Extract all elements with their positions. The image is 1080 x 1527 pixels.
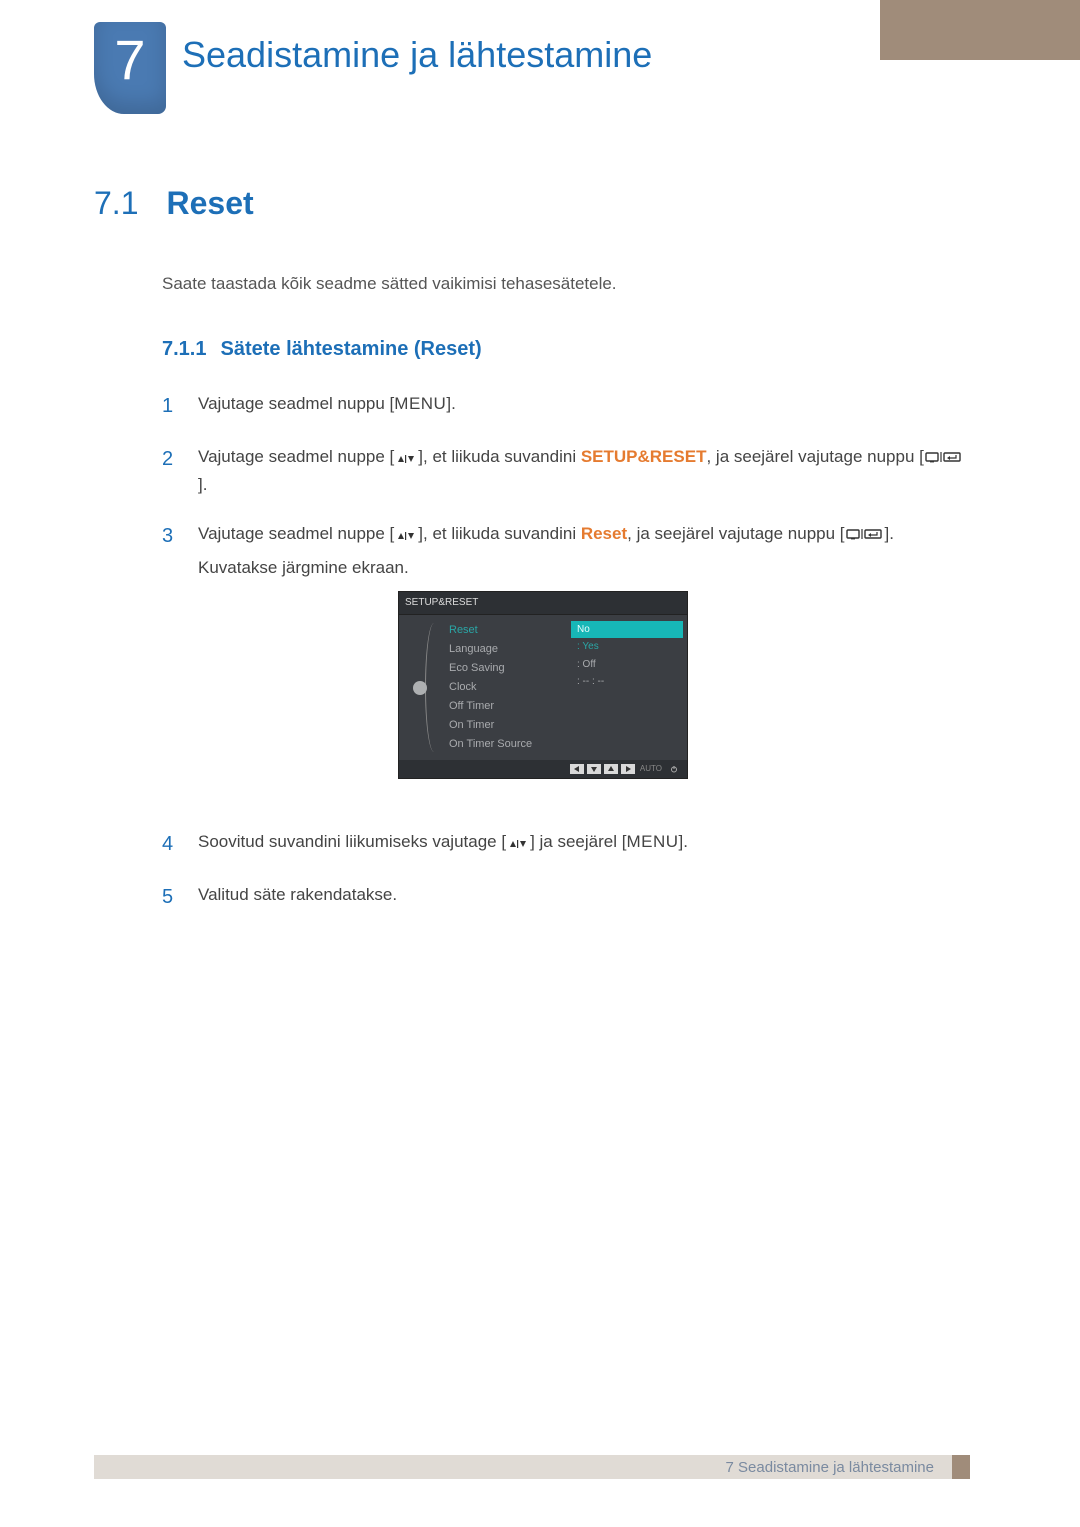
osd-panel: SETUP&RESET Reset Language Eco Saving Cl…: [398, 591, 688, 779]
source-enter-icon: [924, 446, 964, 472]
step-body: Soovitud suvandini liikumiseks vajutage …: [198, 829, 970, 860]
text: ].: [446, 394, 455, 413]
osd-row-ontimersrc: On Timer Source: [445, 735, 567, 754]
step-5: 5 Valitud säte rakendatakse.: [162, 882, 970, 913]
up-down-icon: [506, 831, 530, 857]
osd-screenshot: SETUP&RESET Reset Language Eco Saving Cl…: [398, 591, 970, 779]
osd-footer: AUTO: [399, 760, 687, 778]
osd-row-clock: Clock: [445, 678, 567, 697]
subsection-number: 7.1.1: [162, 338, 206, 361]
osd-row-offtimer: Off Timer: [445, 697, 567, 716]
menu-button-label: MENU: [626, 832, 678, 851]
osd-label: On Timer Source: [449, 736, 532, 753]
source-enter-icon: [845, 523, 885, 549]
up-down-icon: [394, 523, 418, 549]
osd-label: Clock: [449, 679, 477, 696]
up-down-icon: [394, 446, 418, 472]
chapter-title: Seadistamine ja lähtestamine: [182, 34, 652, 76]
osd-value-yes: : Yes: [571, 638, 683, 656]
text: ].: [198, 475, 207, 494]
text: Vajutage seadmel nuppe [: [198, 524, 394, 543]
top-right-band: [880, 0, 1080, 60]
step-number: 1: [162, 391, 180, 422]
osd-auto-label: AUTO: [640, 763, 662, 775]
osd-body: Reset Language Eco Saving Clock Off Time…: [399, 615, 687, 760]
osd-nav-up-icon: [604, 764, 618, 774]
osd-value-off: : Off: [571, 656, 683, 674]
section-heading: 7.1 Reset: [94, 185, 970, 222]
page-footer: 7 Seadistamine ja lähtestamine: [94, 1455, 970, 1479]
osd-label: Reset: [449, 622, 478, 639]
osd-power-icon: [667, 764, 681, 774]
step-body: Valitud säte rakendatakse.: [198, 882, 970, 913]
step-3: 3 Vajutage seadmel nuppe [ ], et liikuda …: [162, 521, 970, 808]
footer-tab: [952, 1455, 970, 1479]
section-title: Reset: [166, 185, 253, 222]
osd-label: Language: [449, 641, 498, 658]
section-intro: Saate taastada kõik seadme sätted vaikim…: [162, 274, 970, 294]
subsection-title: Sätete lähtestamine (Reset): [220, 338, 481, 361]
page-content: 7.1 Reset Saate taastada kõik seadme sät…: [94, 185, 970, 935]
step-body: Vajutage seadmel nuppu [MENU].: [198, 391, 970, 422]
footer-text: 7 Seadistamine ja lähtestamine: [726, 1459, 934, 1476]
step-number: 2: [162, 444, 180, 499]
osd-nav-right-icon: [621, 764, 635, 774]
step-2: 2 Vajutage seadmel nuppe [ ], et liikuda …: [162, 444, 970, 499]
step-body: Vajutage seadmel nuppe [ ], et liikuda su…: [198, 521, 970, 808]
text: Kuvatakse järgmine ekraan.: [198, 558, 409, 577]
osd-row-eco: Eco Saving: [445, 659, 567, 678]
osd-row-reset: Reset: [445, 621, 567, 640]
step-4: 4 Soovitud suvandini liikumiseks vajutag…: [162, 829, 970, 860]
step-body: Vajutage seadmel nuppe [ ], et liikuda su…: [198, 444, 970, 499]
osd-values: No : Yes : Off : -- : --: [567, 615, 687, 760]
keyword-reset: Reset: [581, 524, 627, 543]
text: ].: [885, 524, 894, 543]
text: ] ja seejärel [: [530, 832, 626, 851]
osd-nav-down-icon: [587, 764, 601, 774]
step-number: 5: [162, 882, 180, 913]
osd-title: SETUP&RESET: [399, 592, 687, 615]
step-number: 3: [162, 521, 180, 808]
text: Vajutage seadmel nuppe [: [198, 447, 394, 466]
step-1: 1 Vajutage seadmel nuppu [MENU].: [162, 391, 970, 422]
osd-row-language: Language: [445, 640, 567, 659]
text: , ja seejärel vajutage nuppu [: [706, 447, 923, 466]
osd-nav-left-icon: [570, 764, 584, 774]
text: Soovitud suvandini liikumiseks vajutage …: [198, 832, 506, 851]
menu-button-label: MENU: [394, 394, 446, 413]
subsection-heading: 7.1.1 Sätete lähtestamine (Reset): [162, 338, 970, 361]
text: ], et liikuda suvandini: [418, 447, 581, 466]
osd-left: [399, 615, 441, 760]
osd-row-ontimer: On Timer: [445, 716, 567, 735]
osd-menu: Reset Language Eco Saving Clock Off Time…: [441, 615, 567, 760]
chapter-number-badge: 7: [94, 22, 166, 114]
text: ], et liikuda suvandini: [418, 524, 581, 543]
osd-label: Off Timer: [449, 698, 494, 715]
osd-label: On Timer: [449, 717, 494, 734]
keyword-setup-reset: SETUP&RESET: [581, 447, 707, 466]
gear-icon: [413, 681, 427, 695]
text: ].: [679, 832, 688, 851]
section-number: 7.1: [94, 185, 138, 222]
osd-highlight-no: No: [571, 621, 683, 639]
step-number: 4: [162, 829, 180, 860]
steps-list: 1 Vajutage seadmel nuppu [MENU]. 2 Vajut…: [162, 391, 970, 913]
text: , ja seejärel vajutage nuppu [: [627, 524, 844, 543]
osd-value-clock: : -- : --: [571, 673, 683, 691]
osd-label: Eco Saving: [449, 660, 505, 677]
text: Valitud säte rakendatakse.: [198, 885, 397, 904]
text: Vajutage seadmel nuppu [: [198, 394, 394, 413]
